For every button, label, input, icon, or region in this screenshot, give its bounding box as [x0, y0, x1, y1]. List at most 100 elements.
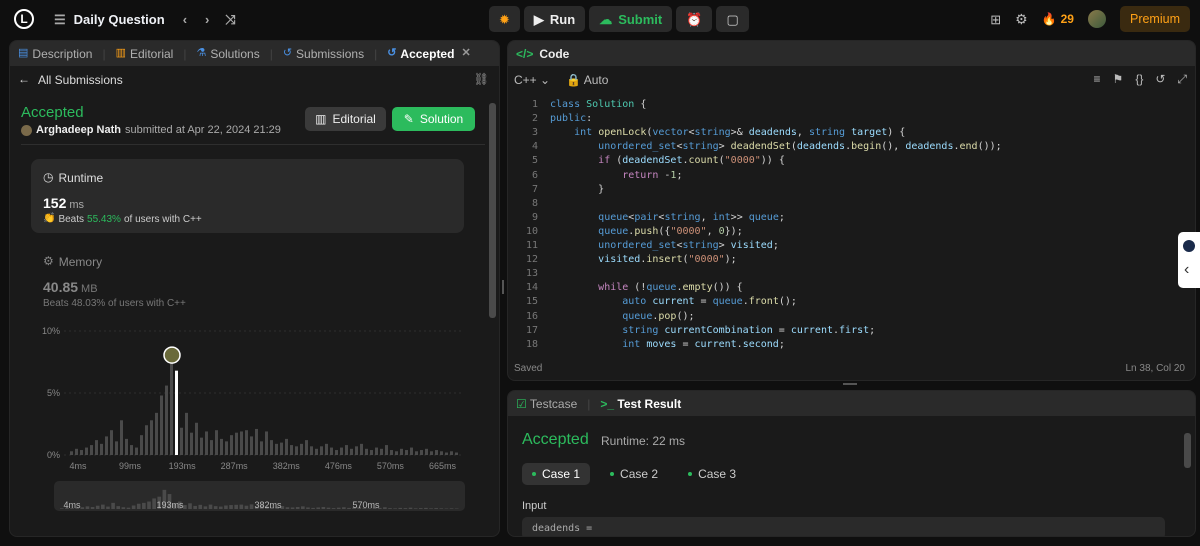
bar [110, 430, 113, 455]
tab-solutions[interactable]: ⚗ Solutions [196, 47, 259, 61]
tab-accepted[interactable]: ↺ Accepted ✕ [387, 47, 470, 61]
horizontal-splitter[interactable] [843, 383, 857, 385]
bar [295, 446, 298, 455]
scrollbar-thumb[interactable] [1184, 433, 1191, 468]
bar [275, 443, 278, 455]
mini-bar [326, 507, 331, 509]
code-editor[interactable]: 1 class Solution {2 public: 3 int openLock(… [508, 96, 1195, 351]
code-line: auto current = queue.front(); [622, 296, 797, 308]
bar [230, 435, 233, 455]
scrollbar-thumb[interactable] [489, 103, 496, 318]
tab-testcase[interactable]: ☑ Testcase [516, 397, 577, 411]
top-bar: L ☰ Daily Question ‹ › ⤨ ✹ ▶ Run ☁ Submi… [0, 0, 1200, 38]
next-icon[interactable]: › [205, 13, 209, 26]
bar [225, 441, 228, 455]
bar [340, 447, 343, 455]
auto-mode[interactable]: 🔒 Auto [566, 73, 608, 87]
timer-button[interactable]: ⏰ [676, 6, 713, 32]
bar [360, 443, 363, 455]
case-tab[interactable]: Case 1 [522, 463, 591, 485]
premium-button[interactable]: Premium [1119, 6, 1190, 32]
format-icon[interactable]: ≡ [1094, 73, 1101, 85]
bar [70, 451, 73, 455]
maximize-icon[interactable]: ⤢ [1177, 73, 1187, 85]
tab-submissions[interactable]: ↺ Submissions [283, 47, 364, 61]
runtime-title: Runtime [58, 171, 104, 185]
x-tick-label: 4ms [69, 461, 87, 471]
debug-button[interactable]: ✹ [489, 6, 520, 32]
editorial-button[interactable]: ▥ Editorial [305, 107, 386, 131]
code-header: </> Code [508, 41, 1195, 66]
daily-question-title[interactable]: Daily Question [74, 12, 165, 27]
case-label: Case 2 [620, 467, 659, 481]
side-widget[interactable]: ‹ [1178, 232, 1200, 288]
runtime-card[interactable]: ◷ Runtime 152 ms 👏 Beats 55.43% of users w… [31, 159, 464, 233]
chart-range-slider[interactable]: 4ms 193ms 382ms 570ms [54, 481, 465, 511]
mini-bar [295, 507, 300, 509]
bar [345, 445, 348, 455]
solution-button[interactable]: ✎ Solution [392, 107, 475, 131]
layout-icon[interactable]: ⊞ [990, 13, 1001, 26]
case-tab[interactable]: Case 2 [600, 463, 668, 485]
prev-icon[interactable]: ‹ [183, 13, 187, 26]
mini-bar [244, 505, 249, 509]
bar [370, 450, 373, 455]
code-line: queue.push({"0000", 0}); [598, 225, 743, 237]
bug-icon: ✹ [499, 11, 510, 27]
tab-divider: | [102, 46, 106, 61]
notes-button[interactable]: ▢ [716, 6, 749, 32]
bar [245, 430, 248, 455]
tab-test-result[interactable]: >_ Test Result [600, 397, 681, 411]
list-icon[interactable]: ☰ [54, 13, 66, 26]
mini-bar [331, 508, 336, 509]
input-label: Input [522, 500, 547, 512]
mode-value: Auto [583, 73, 609, 87]
bar [135, 447, 138, 455]
runtime-unit: ms [69, 199, 85, 211]
streak-counter[interactable]: 🔥 29 [1042, 12, 1074, 26]
line-number: 12 [525, 254, 538, 266]
mini-x-label: 193ms [156, 500, 184, 510]
tab-description[interactable]: ▤ Description [18, 47, 92, 61]
bar [80, 450, 83, 455]
mini-bar [403, 508, 408, 509]
braces-icon[interactable]: {} [1135, 73, 1143, 85]
shuffle-icon[interactable]: ⤨ [225, 13, 235, 26]
x-tick-label: 99ms [119, 461, 142, 471]
bookmark-icon[interactable]: ⚑ [1113, 73, 1124, 85]
bar [390, 450, 393, 455]
bar [155, 412, 158, 455]
bar [385, 445, 388, 455]
avatar[interactable] [1087, 10, 1106, 28]
line-number: 3 [531, 127, 538, 139]
tab-editorial[interactable]: ▥ Editorial [116, 47, 174, 61]
chevron-left-icon: ‹ [1184, 261, 1190, 278]
code-line: queue<pair<string, int>> queue; [598, 211, 785, 223]
mini-bar [439, 508, 444, 509]
user-name[interactable]: Arghadeep Nath [36, 124, 121, 136]
mini-bar [429, 508, 433, 509]
memory-label[interactable]: ⚙ Memory [43, 255, 102, 269]
leetcode-logo-icon[interactable]: L [14, 9, 34, 29]
submit-button[interactable]: ☁ Submit [589, 6, 673, 32]
submitted-at: submitted at Apr 22, 2024 21:29 [124, 124, 281, 136]
link-icon[interactable]: ⛓ [474, 73, 489, 85]
code-line: while (!queue.empty()) { [598, 282, 743, 294]
close-icon[interactable]: ✕ [461, 48, 470, 59]
settings-gear-icon[interactable]: ⚙ [1015, 12, 1028, 26]
tab-label: Editorial [129, 46, 174, 61]
mini-bar [183, 505, 187, 509]
back-to-submissions[interactable]: ← All Submissions [18, 73, 123, 87]
test-tabs: ☑ Testcase | >_ Test Result [508, 391, 1195, 416]
run-button[interactable]: ▶ Run [523, 6, 586, 32]
case-tab[interactable]: Case 3 [678, 463, 746, 485]
mini-bar [388, 508, 392, 509]
vertical-splitter[interactable] [502, 280, 504, 294]
line-number: 10 [525, 225, 538, 237]
runtime-distribution-chart[interactable]: 10% 5% 0% 4ms 99ms 193ms 287ms 382ms 476ms 570ms 6… [34, 323, 474, 483]
reset-icon[interactable]: ↺ [1155, 73, 1165, 85]
language-select[interactable]: C++ ⌄ [514, 73, 550, 87]
test-runtime: Runtime: 22 ms [601, 434, 686, 448]
user-avatar[interactable] [21, 124, 32, 136]
code-icon: </> [516, 46, 534, 61]
